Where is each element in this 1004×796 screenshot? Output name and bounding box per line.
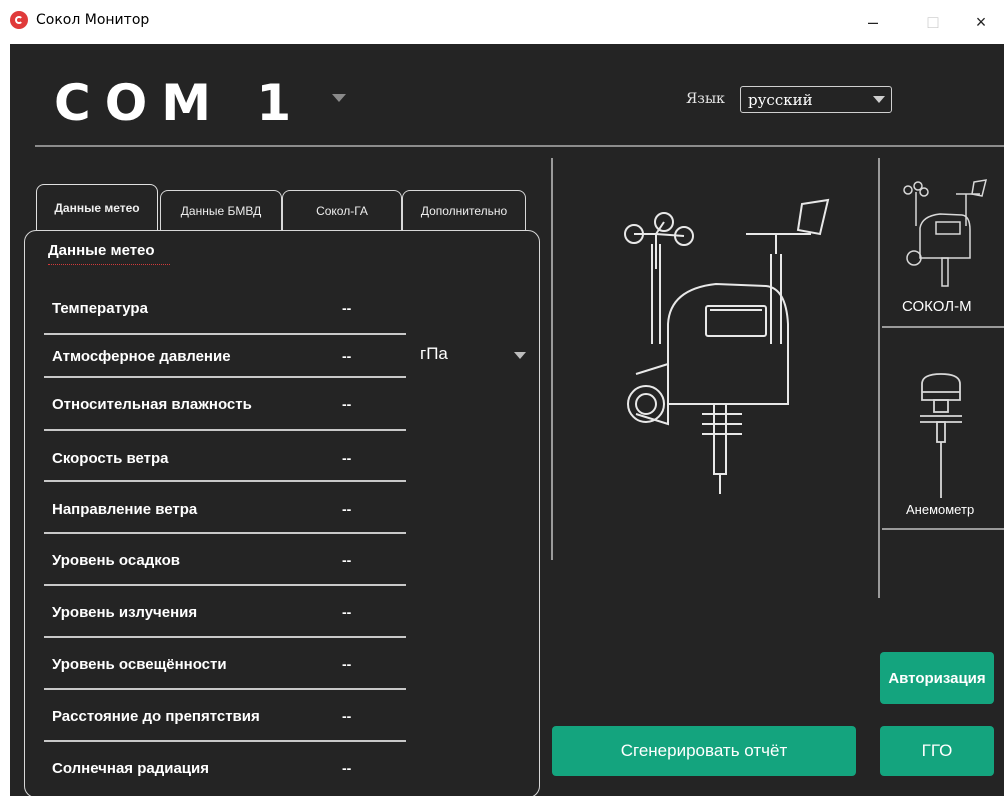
divider bbox=[44, 333, 406, 335]
divider bbox=[44, 740, 406, 742]
tab-sokol-ga[interactable]: Сокол-ГА bbox=[282, 190, 402, 230]
humidity-value: -- bbox=[342, 396, 352, 412]
divider bbox=[44, 532, 406, 534]
minimize-button[interactable]: – bbox=[850, 0, 896, 44]
illumination-label: Уровень освещённости bbox=[52, 656, 227, 673]
anemometer-label[interactable]: Анемометр bbox=[906, 502, 974, 517]
divider bbox=[882, 326, 1004, 328]
generate-report-button[interactable]: Сгенерировать отчёт bbox=[552, 726, 856, 776]
main-area: COM 1 Язык русский Данные метео Данные Б… bbox=[10, 44, 1004, 796]
precipitation-value: -- bbox=[342, 552, 352, 568]
window-title: Сокол Монитор bbox=[36, 12, 150, 28]
port-selector[interactable]: COM 1 bbox=[54, 74, 305, 132]
weather-station-icon bbox=[624, 198, 830, 494]
close-button[interactable]: × bbox=[958, 0, 1004, 44]
chevron-down-icon[interactable] bbox=[332, 94, 346, 102]
tab-additional[interactable]: Дополнительно bbox=[402, 190, 526, 230]
language-select-value: русский bbox=[748, 91, 813, 109]
radiation-label: Уровень излучения bbox=[52, 604, 198, 621]
temperature-label: Температура bbox=[52, 300, 148, 317]
pressure-label: Атмосферное давление bbox=[52, 348, 231, 365]
solar-radiation-value: -- bbox=[342, 760, 352, 776]
maximize-button[interactable]: □ bbox=[910, 0, 956, 44]
language-select[interactable]: русский bbox=[740, 86, 892, 113]
chevron-down-icon[interactable] bbox=[514, 352, 526, 359]
divider bbox=[44, 376, 406, 378]
pressure-unit-select[interactable]: гПа bbox=[420, 344, 448, 364]
wind-speed-label: Скорость ветра bbox=[52, 450, 169, 467]
pressure-value: -- bbox=[342, 348, 352, 364]
sokol-m-label[interactable]: СОКОЛ-М bbox=[902, 298, 972, 315]
divider bbox=[882, 528, 1004, 530]
anemometer-device-icon[interactable] bbox=[916, 370, 966, 500]
wind-direction-value: -- bbox=[342, 501, 352, 517]
solar-radiation-label: Солнечная радиация bbox=[52, 760, 209, 777]
divider bbox=[44, 636, 406, 638]
wind-speed-value: -- bbox=[342, 450, 352, 466]
ggo-button[interactable]: ГГО bbox=[880, 726, 994, 776]
divider bbox=[44, 584, 406, 586]
spellcheck-underline bbox=[48, 264, 170, 265]
divider bbox=[44, 480, 406, 482]
divider bbox=[44, 688, 406, 690]
wind-direction-label: Направление ветра bbox=[52, 501, 198, 518]
tab-bmvd-data[interactable]: Данные БМВД bbox=[160, 190, 282, 230]
divider bbox=[35, 145, 1004, 147]
precipitation-label: Уровень осадков bbox=[52, 552, 180, 569]
obstacle-distance-label: Расстояние до препятствия bbox=[52, 708, 260, 725]
app-logo-icon bbox=[10, 11, 28, 29]
radiation-value: -- bbox=[342, 604, 352, 620]
humidity-label: Относительная влажность bbox=[52, 396, 252, 413]
divider bbox=[878, 158, 880, 598]
illumination-value: -- bbox=[342, 656, 352, 672]
panel-heading: Данные метео bbox=[48, 242, 155, 259]
tab-meteo-data[interactable]: Данные метео bbox=[36, 184, 158, 230]
divider bbox=[44, 429, 406, 431]
authorization-button[interactable]: Авторизация bbox=[880, 652, 994, 704]
obstacle-distance-value: -- bbox=[342, 708, 352, 724]
divider bbox=[551, 158, 553, 560]
sokol-m-device-icon[interactable] bbox=[896, 178, 992, 288]
temperature-value: -- bbox=[342, 300, 352, 316]
chevron-down-icon bbox=[873, 96, 885, 103]
language-label: Язык bbox=[686, 91, 725, 107]
title-bar: Сокол Монитор – □ × bbox=[0, 0, 1004, 44]
